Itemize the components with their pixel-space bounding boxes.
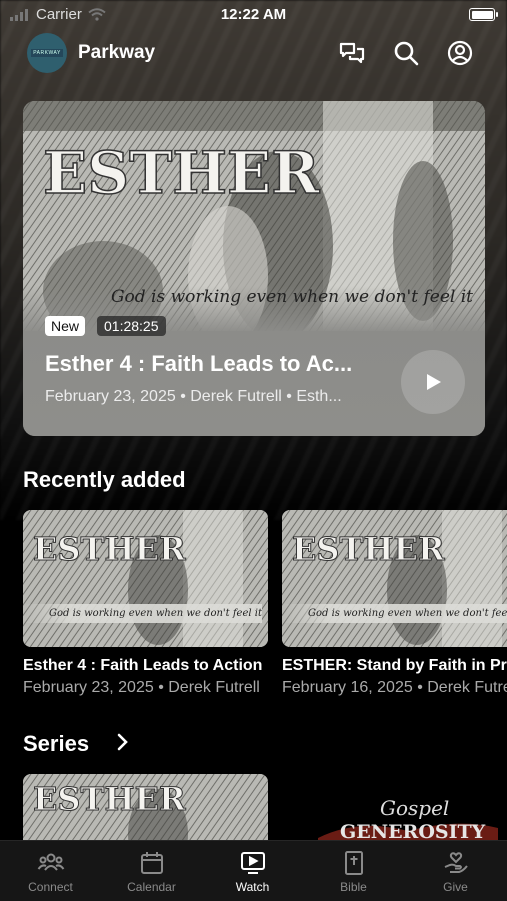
status-bar: Carrier 12:22 AM	[0, 0, 507, 30]
svg-text:ESTHER: ESTHER	[43, 139, 320, 207]
recent-card[interactable]: ESTHER God is working even when we don't…	[23, 510, 268, 697]
svg-text:ESTHER: ESTHER	[292, 530, 445, 568]
svg-text:ESTHER: ESTHER	[33, 530, 186, 568]
tab-calendar[interactable]: Calendar	[101, 849, 202, 894]
play-icon	[427, 374, 441, 390]
recent-thumbnail: ESTHER God is working even when we don't…	[23, 510, 268, 647]
tab-give[interactable]: Give	[405, 849, 506, 894]
duration-badge: 01:28:25	[97, 316, 166, 336]
featured-sermon-card[interactable]: ESTHER God is working even when we don't…	[23, 101, 485, 436]
tab-bible[interactable]: Bible	[303, 849, 404, 894]
profile-icon[interactable]	[445, 38, 475, 68]
series-heading[interactable]: Series	[23, 731, 89, 757]
calendar-icon	[140, 852, 163, 874]
recent-card[interactable]: ESTHER God is working even when we don't…	[282, 510, 507, 697]
give-hand-heart-icon	[444, 852, 468, 873]
tab-connect[interactable]: Connect	[0, 849, 101, 894]
app-header: PARKWAY Parkway	[0, 30, 507, 76]
recent-title: ESTHER: Stand by Faith in Prayer	[282, 657, 507, 674]
tab-watch[interactable]: Watch	[202, 849, 303, 894]
church-logo[interactable]: PARKWAY	[27, 33, 67, 73]
messages-icon[interactable]	[337, 38, 367, 68]
sermon-tagline: God is working even when we don't feel i…	[110, 287, 473, 307]
recently-added-heading: Recently added	[23, 467, 186, 492]
play-button[interactable]	[401, 350, 465, 414]
featured-title[interactable]: Esther 4 : Faith Leads to Ac...	[45, 351, 390, 377]
sermon-artwork: ESTHER	[23, 510, 268, 647]
recent-meta: February 23, 2025 • Derek Futrell	[23, 679, 260, 696]
tv-play-icon	[240, 852, 265, 874]
recent-thumbnail: ESTHER God is working even when we don't…	[282, 510, 507, 647]
recent-meta: February 16, 2025 • Derek Futrell	[282, 679, 507, 696]
recent-title: Esther 4 : Faith Leads to Action	[23, 657, 263, 674]
svg-text:ESTHER: ESTHER	[33, 780, 186, 818]
new-badge: New	[45, 316, 86, 336]
svg-text:Gospel: Gospel	[380, 796, 449, 820]
battery-icon	[469, 8, 498, 21]
sermon-artwork: ESTHER	[282, 510, 507, 647]
chevron-right-icon[interactable]	[116, 731, 130, 759]
search-icon[interactable]	[391, 38, 421, 68]
people-icon	[37, 853, 64, 871]
status-time: 12:22 AM	[220, 6, 287, 23]
bible-icon	[344, 851, 363, 875]
tab-bar: Connect Calendar Watch Bible Give	[0, 840, 507, 901]
church-name: Parkway	[78, 42, 156, 63]
featured-meta: February 23, 2025 • Derek Futrell • Esth…	[45, 388, 342, 405]
